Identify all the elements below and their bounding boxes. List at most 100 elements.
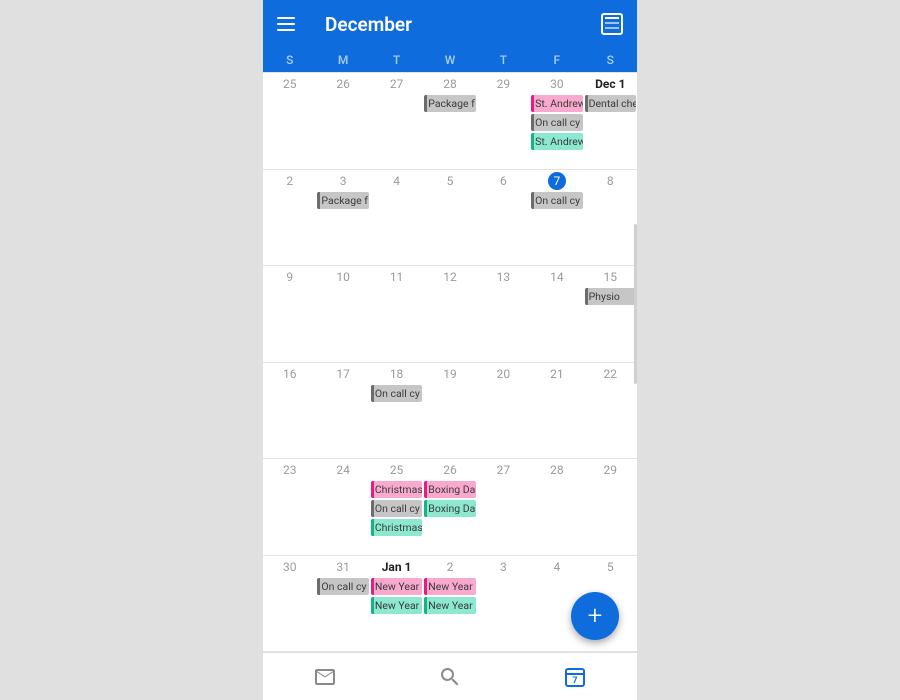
day-number: 26	[424, 461, 475, 479]
day-number: 22	[585, 365, 636, 383]
day-cell[interactable]: 26	[316, 73, 369, 169]
day-cell[interactable]: 3 Package f	[316, 170, 369, 266]
event-chip[interactable]: St. Andrew	[531, 95, 582, 112]
day-number: 2	[424, 558, 475, 576]
event-chip[interactable]: New Year	[424, 597, 475, 614]
day-cell[interactable]: 26 Boxing Da Boxing Da	[423, 459, 476, 555]
day-cell[interactable]: 10	[316, 266, 369, 362]
day-cell[interactable]: 29	[584, 459, 637, 555]
day-number: 17	[317, 365, 368, 383]
dow-fri: F	[530, 48, 583, 72]
day-cell[interactable]: 11	[370, 266, 423, 362]
day-cell[interactable]: 16	[263, 363, 316, 459]
event-chip[interactable]: Boxing Da	[424, 481, 475, 498]
day-cell[interactable]: 19	[423, 363, 476, 459]
week-row: 9101112131415Physio	[263, 266, 637, 363]
day-number: 27	[371, 75, 422, 93]
appbar: December	[263, 0, 637, 48]
day-cell[interactable]: 30	[263, 556, 316, 652]
dow-mon: M	[316, 48, 369, 72]
event-chip[interactable]: Dental che	[585, 95, 636, 112]
day-cell[interactable]: 2	[263, 170, 316, 266]
calendar-icon-daynum: 7	[572, 676, 577, 686]
day-cell[interactable]: 29	[477, 73, 530, 169]
event-chip[interactable]: New Year	[371, 578, 422, 595]
day-cell[interactable]: 8	[584, 170, 637, 266]
month-title[interactable]: December	[325, 13, 601, 36]
mail-icon	[313, 665, 337, 689]
week-row: 232425ChristmasOn call cyChristmas26Boxi…	[263, 459, 637, 556]
week-row: 25262728Package f2930St. AndrewOn call c…	[263, 73, 637, 170]
day-number: 21	[531, 365, 582, 383]
day-cell[interactable]: 9	[263, 266, 316, 362]
tab-mail[interactable]	[263, 653, 388, 700]
day-number: 5	[585, 558, 636, 576]
event-chip[interactable]: On call cy	[531, 192, 582, 209]
day-cell[interactable]: 28 Package f	[423, 73, 476, 169]
day-number: 4	[371, 172, 422, 190]
event-chip[interactable]: New Year	[371, 597, 422, 614]
event-chip[interactable]: Physio	[585, 288, 636, 305]
dow-tue: T	[370, 48, 423, 72]
day-cell[interactable]: Dec 1 Dental che	[584, 73, 637, 169]
tab-calendar[interactable]: 7	[512, 653, 637, 700]
day-cell[interactable]: 6	[477, 170, 530, 266]
day-cell[interactable]: 28	[530, 459, 583, 555]
day-cell[interactable]: 18On call cy	[370, 363, 423, 459]
event-chip[interactable]: On call cy	[531, 114, 582, 131]
event-chip[interactable]: On call cy	[317, 578, 368, 595]
day-cell[interactable]: 5	[423, 170, 476, 266]
day-number: 13	[478, 268, 529, 286]
day-cell[interactable]: 17	[316, 363, 369, 459]
day-cell[interactable]: 3	[477, 556, 530, 652]
add-event-button[interactable]: +	[571, 592, 619, 640]
day-number: 26	[317, 75, 368, 93]
view-mode-icon[interactable]	[601, 13, 623, 35]
event-chip[interactable]: Package f	[424, 95, 475, 112]
event-chip[interactable]: On call cy	[371, 500, 422, 517]
event-chip[interactable]: Christmas	[371, 519, 422, 536]
day-cell[interactable]: 25ChristmasOn call cyChristmas	[370, 459, 423, 555]
event-chip[interactable]: Package f	[317, 192, 368, 209]
day-number: Dec 1	[585, 75, 636, 93]
day-cell[interactable]: 31On call cy	[316, 556, 369, 652]
day-cell[interactable]: 7On call cy	[530, 170, 583, 266]
tab-search[interactable]	[388, 653, 513, 700]
day-cell[interactable]: 14	[530, 266, 583, 362]
day-number: 29	[585, 461, 636, 479]
day-cell[interactable]: 27	[370, 73, 423, 169]
day-number: 19	[424, 365, 475, 383]
day-cell[interactable]: 20	[477, 363, 530, 459]
day-number: 23	[264, 461, 315, 479]
day-number: 25	[264, 75, 315, 93]
day-cell[interactable]: 27	[477, 459, 530, 555]
hamburger-menu-icon[interactable]	[277, 12, 301, 36]
day-number: 3	[317, 172, 368, 190]
event-chip[interactable]: Boxing Da	[424, 500, 475, 517]
day-cell[interactable]: 2 New Year New Year	[423, 556, 476, 652]
day-cell[interactable]: 4	[370, 170, 423, 266]
day-of-week-header: S M T W T F S	[263, 48, 637, 72]
day-cell[interactable]: 23	[263, 459, 316, 555]
day-cell[interactable]: 15Physio	[584, 266, 637, 362]
day-cell[interactable]: 12	[423, 266, 476, 362]
day-number: 8	[585, 172, 636, 190]
month-grid[interactable]: 25262728Package f2930St. AndrewOn call c…	[263, 72, 637, 652]
day-cell[interactable]: 22	[584, 363, 637, 459]
event-chip[interactable]: St. Andrew	[531, 133, 582, 150]
bottom-nav: 7	[263, 652, 637, 700]
event-chip[interactable]: On call cy	[371, 385, 422, 402]
calendar-icon: 7	[563, 665, 587, 689]
day-number: 10	[317, 268, 368, 286]
day-cell[interactable]: 30St. AndrewOn call cySt. Andrew	[530, 73, 583, 169]
day-number: 11	[371, 268, 422, 286]
event-chip[interactable]: Christmas	[371, 481, 422, 498]
event-chip[interactable]: New Year	[424, 578, 475, 595]
day-cell[interactable]: Jan 1New YearNew Year	[370, 556, 423, 652]
day-number: 14	[531, 268, 582, 286]
day-number: 28	[424, 75, 475, 93]
day-cell[interactable]: 13	[477, 266, 530, 362]
day-cell[interactable]: 25	[263, 73, 316, 169]
day-cell[interactable]: 21	[530, 363, 583, 459]
day-cell[interactable]: 24	[316, 459, 369, 555]
